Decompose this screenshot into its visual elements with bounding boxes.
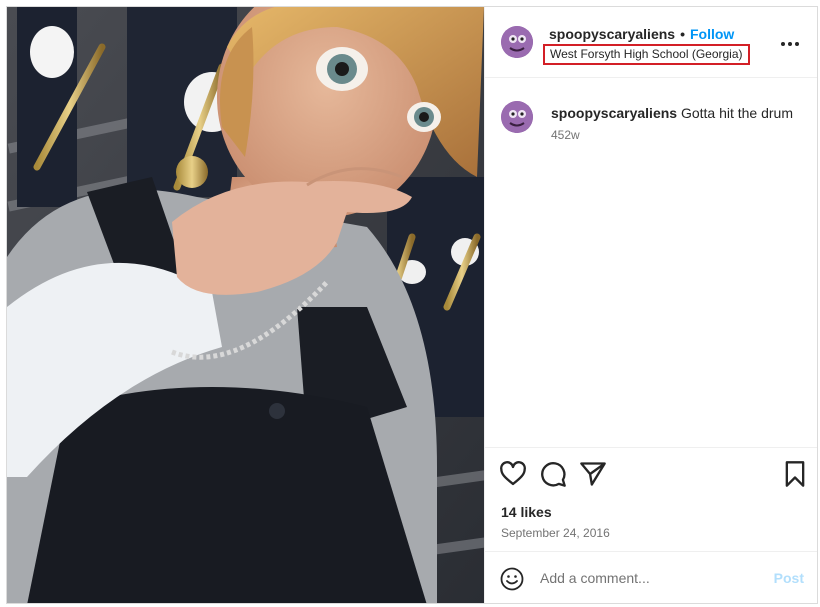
caption-timestamp[interactable]: 452w <box>551 128 580 142</box>
post-date: September 24, 2016 <box>501 526 610 540</box>
username-link[interactable]: spoopyscaryaliens <box>549 26 675 42</box>
avatar[interactable] <box>501 26 533 58</box>
caption-avatar[interactable] <box>501 101 533 133</box>
caption-text: spoopyscaryaliens Gotta hit the drum <box>551 104 793 122</box>
post-header: spoopyscaryaliens • Follow West Forsyth Hi… <box>485 7 817 78</box>
paper-plane-icon[interactable] <box>579 460 607 488</box>
follow-button[interactable]: Follow <box>690 26 734 42</box>
more-horizontal-icon[interactable] <box>780 34 800 54</box>
comment-bubble-icon[interactable] <box>539 460 567 488</box>
post-details-panel: spoopyscaryaliens • Follow West Forsyth Hi… <box>484 7 817 603</box>
comment-input[interactable] <box>540 566 760 590</box>
separator-dot: • <box>680 26 685 42</box>
post-dialog: spoopyscaryaliens • Follow West Forsyth Hi… <box>6 6 818 604</box>
likes-count[interactable]: 14 likes <box>501 504 552 520</box>
action-bar: 14 likes September 24, 2016 <box>485 447 817 551</box>
header-user-line: spoopyscaryaliens • Follow <box>549 26 734 42</box>
caption-username[interactable]: spoopyscaryaliens <box>551 105 677 121</box>
post-comment-button[interactable]: Post <box>774 570 804 586</box>
comment-bar: Post <box>485 551 817 603</box>
smiley-icon[interactable] <box>500 567 524 591</box>
location-link[interactable]: West Forsyth High School (Georgia) <box>543 44 750 65</box>
heart-icon[interactable] <box>499 460 527 488</box>
bookmark-icon[interactable] <box>781 460 809 488</box>
post-photo <box>7 7 484 603</box>
selfie-image <box>7 7 484 603</box>
caption-body: Gotta hit the drum <box>680 105 794 121</box>
